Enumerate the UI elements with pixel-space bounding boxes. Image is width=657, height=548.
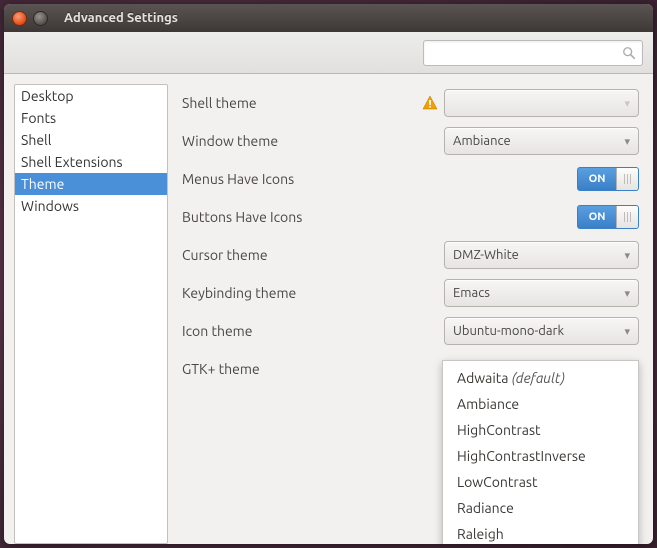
sidebar-item-shell-extensions[interactable]: Shell Extensions: [15, 151, 167, 173]
settings-window: Advanced Settings Desktop Fonts Shell Sh…: [4, 4, 653, 544]
sidebar-item-desktop[interactable]: Desktop: [15, 85, 167, 107]
gtk-theme-option[interactable]: LowContrast: [443, 469, 638, 495]
search-icon: [622, 46, 636, 60]
toggle-knob: [616, 206, 638, 228]
minimize-icon[interactable]: [33, 11, 48, 26]
label-cursor-theme: Cursor theme: [182, 247, 444, 263]
chevron-down-icon: ▾: [624, 97, 630, 110]
sidebar-item-fonts[interactable]: Fonts: [15, 107, 167, 129]
combo-window-theme[interactable]: Ambiance ▾: [444, 127, 639, 155]
chevron-down-icon: ▾: [624, 287, 630, 300]
label-buttons-have-icons: Buttons Have Icons: [182, 209, 577, 225]
gtk-theme-option[interactable]: HighContrastInverse: [443, 443, 638, 469]
chevron-down-icon: ▾: [624, 249, 630, 262]
toolbar: [4, 32, 653, 74]
toggle-buttons-have-icons[interactable]: ON: [577, 205, 639, 229]
combo-icon-theme[interactable]: Ubuntu-mono-dark ▾: [444, 317, 639, 345]
gtk-theme-option[interactable]: Ambiance: [443, 391, 638, 417]
row-shell-theme: Shell theme ▾: [182, 84, 639, 122]
row-window-theme: Window theme Ambiance ▾: [182, 122, 639, 160]
warning-icon: [422, 95, 438, 111]
chevron-down-icon: ▾: [624, 325, 630, 338]
search-input[interactable]: [423, 40, 643, 66]
row-menus-have-icons: Menus Have Icons ON: [182, 160, 639, 198]
row-keybinding-theme: Keybinding theme Emacs ▾: [182, 274, 639, 312]
row-cursor-theme: Cursor theme DMZ-White ▾: [182, 236, 639, 274]
toggle-menus-have-icons[interactable]: ON: [577, 167, 639, 191]
label-menus-have-icons: Menus Have Icons: [182, 171, 577, 187]
gtk-theme-option[interactable]: Raleigh: [443, 521, 638, 544]
combo-keybinding-theme[interactable]: Emacs ▾: [444, 279, 639, 307]
gtk-theme-option[interactable]: Radiance: [443, 495, 638, 521]
toggle-knob: [616, 168, 638, 190]
search-field[interactable]: [430, 46, 622, 60]
row-buttons-have-icons: Buttons Have Icons ON: [182, 198, 639, 236]
window-title: Advanced Settings: [64, 11, 178, 25]
sidebar-item-windows[interactable]: Windows: [15, 195, 167, 217]
gtk-theme-option[interactable]: HighContrast: [443, 417, 638, 443]
label-icon-theme: Icon theme: [182, 323, 444, 339]
row-icon-theme: Icon theme Ubuntu-mono-dark ▾: [182, 312, 639, 350]
label-keybinding-theme: Keybinding theme: [182, 285, 444, 301]
close-icon[interactable]: [12, 11, 27, 26]
combo-cursor-theme[interactable]: DMZ-White ▾: [444, 241, 639, 269]
chevron-down-icon: ▾: [624, 135, 630, 148]
sidebar[interactable]: Desktop Fonts Shell Shell Extensions The…: [14, 84, 168, 544]
titlebar[interactable]: Advanced Settings: [4, 4, 653, 32]
main-panel: Shell theme ▾ Window theme Ambiance ▾ Me…: [178, 84, 643, 544]
gtk-theme-dropdown[interactable]: Adwaita (default)AmbianceHighContrastHig…: [442, 360, 639, 544]
content-area: Desktop Fonts Shell Shell Extensions The…: [4, 74, 653, 544]
label-window-theme: Window theme: [182, 133, 444, 149]
combo-shell-theme[interactable]: ▾: [444, 89, 639, 117]
sidebar-item-shell[interactable]: Shell: [15, 129, 167, 151]
label-shell-theme: Shell theme: [182, 95, 422, 111]
sidebar-item-theme[interactable]: Theme: [15, 173, 167, 195]
gtk-theme-option[interactable]: Adwaita (default): [443, 365, 638, 391]
